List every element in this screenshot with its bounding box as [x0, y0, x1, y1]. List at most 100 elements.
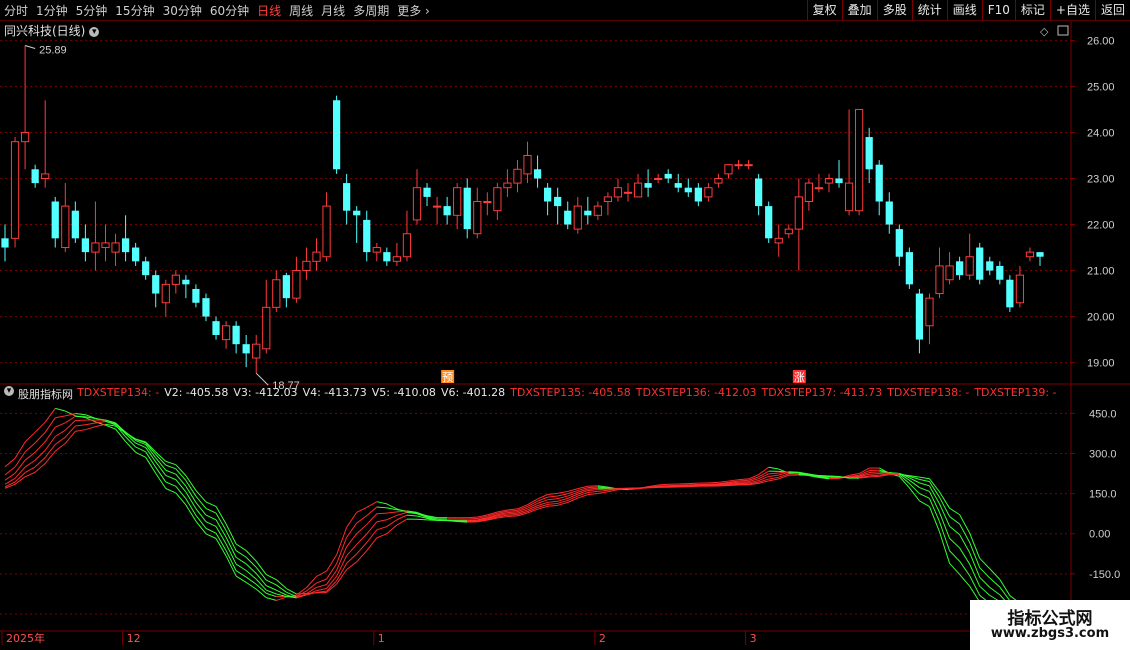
osc-tick-label: -150.0	[1089, 569, 1120, 581]
osc-line-TDXSTEP134	[738, 478, 749, 481]
osc-line-V2	[235, 570, 247, 578]
tool-button-0[interactable]: 复权	[806, 0, 842, 20]
period-tab-6[interactable]: 日线	[253, 2, 285, 19]
osc-line-TDXSTEP134	[959, 574, 971, 587]
tool-button-4[interactable]: 画线	[946, 0, 982, 20]
period-tab-10[interactable]: 更多 ›	[393, 2, 434, 19]
osc-line-V6	[919, 476, 930, 480]
period-tab-0[interactable]: 分时	[0, 2, 32, 19]
candle-body-down	[363, 219, 371, 253]
period-tab-8[interactable]: 月线	[317, 2, 349, 19]
osc-line-V2	[4, 466, 16, 476]
osc-line-V3	[969, 563, 981, 587]
osc-line-V2	[467, 517, 478, 520]
osc-line-V3	[587, 487, 598, 490]
candle-body-down	[463, 187, 471, 230]
osc-line-V3	[879, 471, 890, 474]
osc-line-V3	[235, 563, 247, 571]
readout-value-8: TDXSTEP137: -413.73	[761, 386, 883, 399]
dropdown-icon[interactable]: ▾	[89, 26, 100, 37]
osc-line-V6	[95, 423, 106, 428]
osc-line-V6	[869, 475, 880, 478]
candle-body-down	[81, 238, 90, 253]
period-tab-3[interactable]: 15分钟	[111, 2, 158, 19]
diamond-icon: ◇	[1040, 25, 1049, 38]
osc-line-TDXSTEP134	[919, 500, 930, 507]
candle-body-up	[744, 164, 753, 167]
dropdown-icon[interactable]: ▾	[4, 386, 14, 396]
indicator-name[interactable]: 股朋指标网	[18, 386, 73, 402]
osc-line-V3	[376, 512, 387, 515]
osc-line-V6	[386, 524, 398, 535]
tool-button-2[interactable]: 多股	[876, 0, 912, 20]
tool-button-7[interactable]: +自选	[1049, 0, 1095, 20]
candle-body-up	[945, 265, 954, 281]
osc-line-V6	[64, 431, 76, 444]
low-marker-line	[255, 372, 269, 386]
tool-button-6[interactable]: 标记	[1014, 0, 1050, 20]
candle-body-up	[161, 283, 170, 304]
osc-line-V2	[376, 506, 387, 509]
osc-line-TDXSTEP134	[547, 492, 558, 496]
candle-body-up	[302, 260, 311, 272]
osc-line-TDXSTEP134	[507, 508, 518, 511]
candle-body-down	[71, 210, 79, 239]
osc-line-V4	[587, 489, 598, 492]
osc-line-V3	[386, 511, 397, 514]
candle-body-up	[965, 256, 974, 276]
period-tab-1[interactable]: 1分钟	[32, 2, 72, 19]
tool-button-8[interactable]: 返回	[1094, 0, 1130, 20]
candle-body-up	[91, 242, 100, 253]
osc-line-TDXSTEP134	[34, 421, 46, 433]
candle-body-up	[814, 187, 824, 190]
candle-body-down	[895, 229, 903, 257]
candle-body-down	[996, 265, 1004, 280]
period-tab-5[interactable]: 60分钟	[206, 2, 253, 19]
osc-line-V4	[507, 512, 518, 515]
osc-line-V3	[949, 538, 960, 549]
readout-value-4: V5: -410.08	[371, 386, 436, 399]
tool-button-1[interactable]: 叠加	[841, 0, 877, 20]
osc-line-TDXSTEP134	[55, 407, 66, 412]
period-tab-2[interactable]: 5分钟	[72, 2, 112, 19]
period-tab-7[interactable]: 周线	[285, 2, 317, 19]
osc-line-V2	[969, 575, 981, 596]
osc-line-V5	[235, 550, 247, 558]
candle-body-down	[332, 100, 341, 170]
osc-line-V4	[195, 502, 207, 516]
candle-body-down	[1006, 279, 1014, 308]
candle-body-up	[503, 182, 512, 189]
osc-line-V2	[869, 469, 880, 472]
candle-body-down	[584, 210, 592, 216]
osc-line-V5	[85, 422, 96, 426]
osc-line-V4	[205, 514, 217, 521]
candle-body-down	[664, 173, 672, 179]
price-tick-label: 26.00	[1087, 35, 1115, 47]
candle-body-up	[1025, 251, 1035, 258]
osc-line-TDXSTEP134	[326, 554, 338, 572]
osc-line-V6	[396, 518, 408, 526]
osc-line-V4	[54, 429, 66, 437]
osc-line-V2	[14, 451, 26, 468]
osc-line-V6	[346, 561, 358, 571]
watermark-url: www.zbgs3.com	[990, 626, 1110, 641]
osc-line-V3	[869, 471, 880, 474]
osc-line-V3	[165, 474, 177, 481]
x-tick-label: 1	[378, 632, 385, 645]
period-tab-9[interactable]: 多周期	[349, 2, 393, 19]
period-tab-4[interactable]: 30分钟	[159, 2, 206, 19]
osc-line-TDXSTEP134	[467, 516, 478, 519]
candle-body-up	[453, 187, 462, 216]
tool-button-5[interactable]: F10	[981, 0, 1015, 20]
osc-line-V5	[165, 464, 176, 470]
osc-line-V6	[376, 533, 388, 539]
osc-line-V6	[648, 486, 659, 489]
tool-button-3[interactable]: 统计	[911, 0, 947, 20]
candle-body-up	[804, 182, 814, 202]
candle-body-up	[412, 187, 422, 221]
osc-line-V6	[205, 501, 217, 507]
osc-line-V6	[235, 543, 247, 552]
candle-body-down	[443, 206, 451, 216]
osc-line-V6	[457, 520, 468, 523]
osc-line-TDXSTEP134	[266, 597, 277, 601]
